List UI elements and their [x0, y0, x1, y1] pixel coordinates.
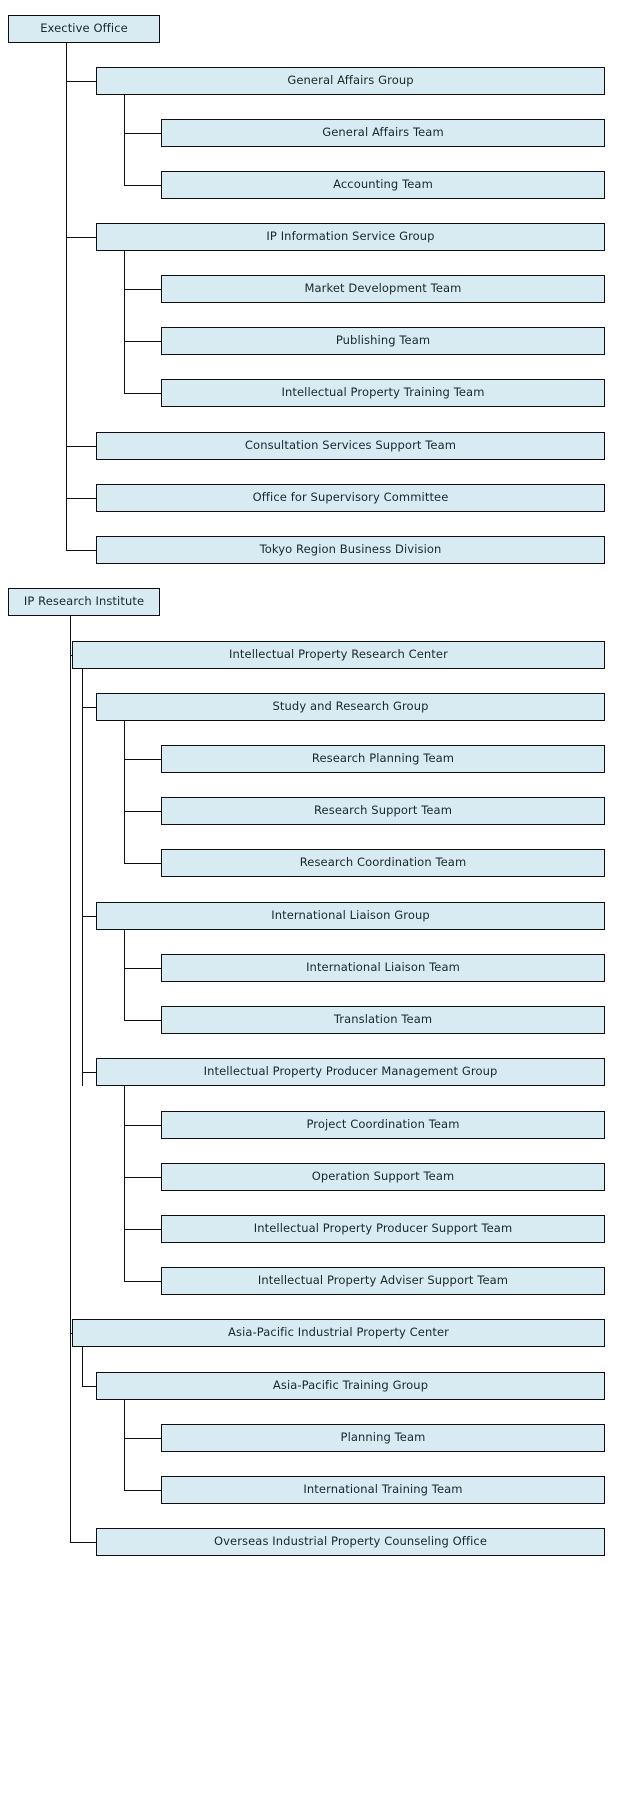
node-research-support-team[interactable]: Research Support Team	[161, 797, 605, 825]
node-translation-team[interactable]: Translation Team	[161, 1006, 605, 1034]
conn-exec-to-gag	[66, 81, 96, 83]
conn-iprc-to-ilg	[82, 916, 96, 918]
node-asia-pacific-training-group[interactable]: Asia-Pacific Training Group	[96, 1372, 605, 1400]
conn-srg-to-rct	[124, 863, 161, 865]
conn-ipri-to-oipco	[70, 1542, 96, 1544]
conn-ippmg-to-ost	[124, 1177, 161, 1179]
conn-apipc-to-aptg	[82, 1386, 96, 1388]
node-asia-pacific-industrial-property-center[interactable]: Asia-Pacific Industrial Property Center	[72, 1319, 605, 1347]
node-ip-research-institute[interactable]: IP Research Institute	[8, 588, 160, 616]
conn-exec-to-ofsc	[66, 498, 96, 500]
conn-ipisg-to-iptt	[124, 393, 161, 395]
node-research-planning-team[interactable]: Research Planning Team	[161, 745, 605, 773]
node-accounting-team[interactable]: Accounting Team	[161, 171, 605, 199]
conn-apipc-trunk	[82, 1347, 84, 1386]
conn-srg-to-rst	[124, 811, 161, 813]
conn-ilg-to-ilt	[124, 968, 161, 970]
conn-ippmg-trunk	[124, 1086, 126, 1281]
conn-exec-to-trbd	[66, 550, 96, 552]
conn-exec-to-cst	[66, 446, 96, 448]
conn-ippmg-to-pct	[124, 1125, 161, 1127]
conn-ipri-trunk	[70, 616, 72, 1542]
org-chart: Exective Office General Affairs Group Gene…	[0, 0, 617, 1801]
node-project-coordination-team[interactable]: Project Coordination Team	[161, 1111, 605, 1139]
node-international-training-team[interactable]: International Training Team	[161, 1476, 605, 1504]
node-office-for-supervisory-committee[interactable]: Office for Supervisory Committee	[96, 484, 605, 512]
node-ip-adviser-support-team[interactable]: Intellectual Property Adviser Support Te…	[161, 1267, 605, 1295]
node-research-coordination-team[interactable]: Research Coordination Team	[161, 849, 605, 877]
conn-aptg-trunk	[124, 1400, 126, 1490]
conn-aptg-to-itt	[124, 1490, 161, 1492]
node-market-development-team[interactable]: Market Development Team	[161, 275, 605, 303]
conn-iprc-to-srg	[82, 707, 96, 709]
node-consultation-services-support-team[interactable]: Consultation Services Support Team	[96, 432, 605, 460]
node-international-liaison-team[interactable]: International Liaison Team	[161, 954, 605, 982]
conn-ipisg-to-mdt	[124, 289, 161, 291]
node-general-affairs-group[interactable]: General Affairs Group	[96, 67, 605, 95]
conn-exec-trunk	[66, 43, 68, 550]
node-ip-information-service-group[interactable]: IP Information Service Group	[96, 223, 605, 251]
conn-iprc-to-ippmg	[82, 1072, 96, 1074]
conn-ipisg-trunk	[124, 251, 126, 393]
node-exective-office[interactable]: Exective Office	[8, 15, 160, 43]
conn-srg-trunk	[124, 721, 126, 863]
node-international-liaison-group[interactable]: International Liaison Group	[96, 902, 605, 930]
node-publishing-team[interactable]: Publishing Team	[161, 327, 605, 355]
node-planning-team[interactable]: Planning Team	[161, 1424, 605, 1452]
conn-ilg-trunk	[124, 930, 126, 1020]
node-study-and-research-group[interactable]: Study and Research Group	[96, 693, 605, 721]
conn-gag-trunk	[124, 95, 126, 185]
node-ip-producer-management-group[interactable]: Intellectual Property Producer Managemen…	[96, 1058, 605, 1086]
conn-aptg-to-plt	[124, 1438, 161, 1440]
conn-iprc-trunk	[82, 669, 84, 1086]
conn-gag-to-gat	[124, 133, 161, 135]
node-operation-support-team[interactable]: Operation Support Team	[161, 1163, 605, 1191]
conn-ippmg-to-ipast	[124, 1281, 161, 1283]
conn-ippmg-to-ippst	[124, 1229, 161, 1231]
node-tokyo-region-business-division[interactable]: Tokyo Region Business Division	[96, 536, 605, 564]
node-intellectual-property-research-center[interactable]: Intellectual Property Research Center	[72, 641, 605, 669]
conn-ipisg-to-pt	[124, 341, 161, 343]
conn-gag-to-at	[124, 185, 161, 187]
conn-srg-to-rpt	[124, 759, 161, 761]
conn-exec-to-ipisg	[66, 237, 96, 239]
node-intellectual-property-training-team[interactable]: Intellectual Property Training Team	[161, 379, 605, 407]
node-general-affairs-team[interactable]: General Affairs Team	[161, 119, 605, 147]
node-overseas-ip-counseling-office[interactable]: Overseas Industrial Property Counseling …	[96, 1528, 605, 1556]
conn-ilg-to-tt	[124, 1020, 161, 1022]
node-ip-producer-support-team[interactable]: Intellectual Property Producer Support T…	[161, 1215, 605, 1243]
